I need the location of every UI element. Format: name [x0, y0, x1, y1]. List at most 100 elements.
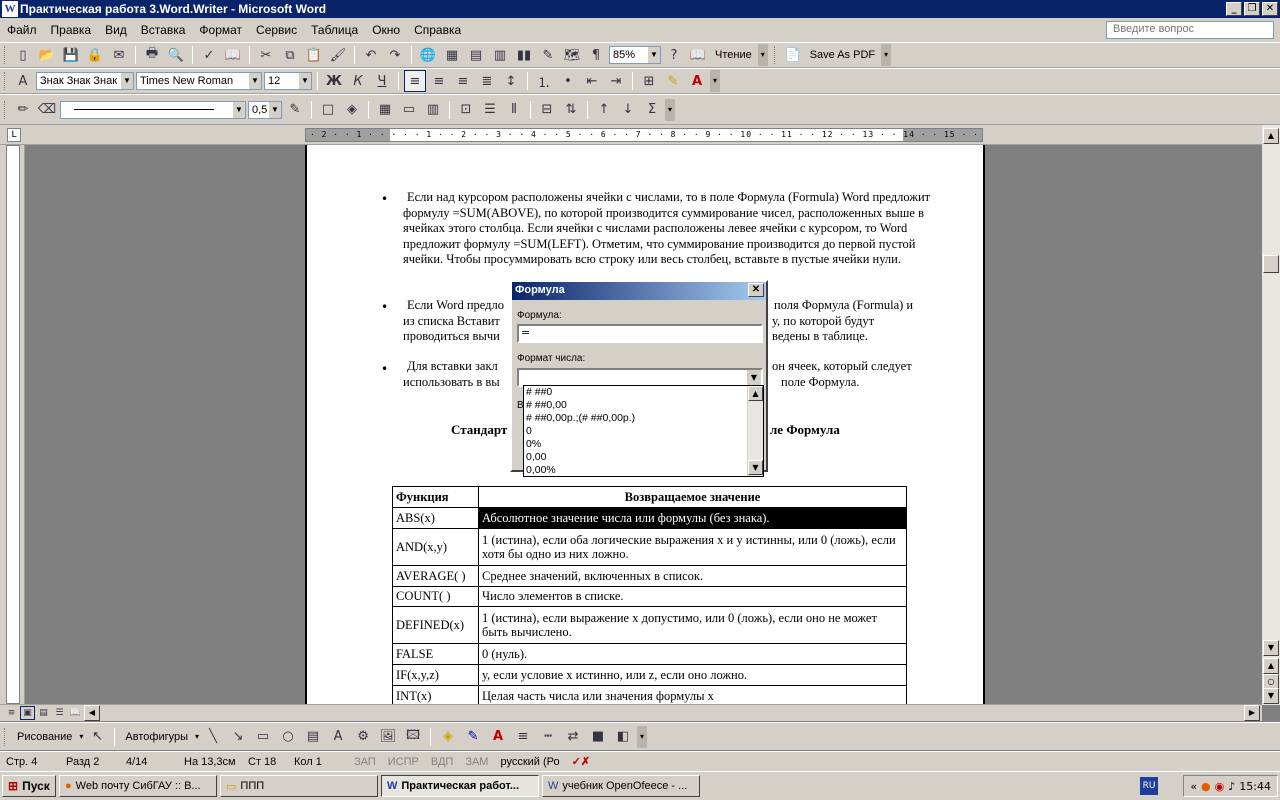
- table-row[interactable]: FALSE 0 (нуль).: [392, 643, 907, 665]
- table-row[interactable]: COUNT( ) Число элементов в списке.: [392, 586, 907, 607]
- menu-view[interactable]: Вид: [98, 23, 134, 37]
- numbering-icon[interactable]: ⒈: [533, 70, 555, 92]
- table-row[interactable]: AND(x,y) 1 (истина), если оба логические…: [392, 528, 907, 566]
- align-right-icon[interactable]: ≡: [452, 70, 474, 92]
- paragraph-2-f[interactable]: ведены в таблице.: [772, 329, 868, 345]
- paragraph-3-d[interactable]: поле Формула.: [781, 375, 859, 391]
- format-painter-icon[interactable]: 🖌: [327, 44, 349, 66]
- normal-view-icon[interactable]: ≡: [4, 706, 19, 720]
- table-row[interactable]: INT(x) Целая часть числа или значения фо…: [392, 685, 907, 704]
- align-cells-icon[interactable]: ⊡: [455, 99, 477, 121]
- increase-indent-icon[interactable]: ⇥: [605, 70, 627, 92]
- table-cell[interactable]: Целая часть числа или значения формулы х: [478, 685, 907, 704]
- ruler-bar[interactable]: · 2 · · 1 · · · · · 1 · · 2 · · 3 · · 4 …: [305, 128, 983, 142]
- menu-help[interactable]: Справка: [407, 23, 468, 37]
- menu-insert[interactable]: Вставка: [134, 23, 193, 37]
- toolbar-options-icon[interactable]: ▾: [757, 44, 768, 66]
- highlight-icon[interactable]: ✎: [662, 70, 684, 92]
- table-row[interactable]: ABS(x) Абсолютное значение числа или фор…: [392, 507, 907, 529]
- tables-toolbar-options-icon[interactable]: ▾: [665, 98, 675, 121]
- clipart-icon[interactable]: 🖼: [377, 726, 399, 748]
- paragraph-2-e[interactable]: проводиться вычи: [403, 329, 500, 345]
- list-scroll-down-icon[interactable]: ▼: [748, 460, 763, 475]
- table-cell[interactable]: у, если условие х истинно, или z, если о…: [478, 664, 907, 686]
- drawing-font-color-icon[interactable]: A: [487, 726, 509, 748]
- bold-icon[interactable]: Ж: [323, 70, 345, 92]
- tray-app-icon[interactable]: ●: [1201, 780, 1211, 793]
- font-size-select[interactable]: 12 ▼: [264, 72, 312, 90]
- print-layout-icon[interactable]: ▤: [36, 706, 51, 720]
- arrow-style-icon[interactable]: ⇄: [562, 726, 584, 748]
- paragraph-2-b[interactable]: поля Формула (Formula) и: [774, 298, 913, 314]
- rectangle-icon[interactable]: ▭: [252, 726, 274, 748]
- table-cell[interactable]: DEFINED(x): [392, 606, 479, 644]
- table-row[interactable]: AVERAGE( ) Среднее значений, включенных …: [392, 565, 907, 587]
- save-icon[interactable]: 💾: [60, 44, 82, 66]
- ask-question-input[interactable]: Введите вопрос: [1106, 21, 1274, 39]
- underline-icon[interactable]: Ч: [371, 70, 393, 92]
- table-cell[interactable]: AVERAGE( ): [392, 565, 479, 587]
- redo-icon[interactable]: ↷: [384, 44, 406, 66]
- drawing-icon[interactable]: ✎: [537, 44, 559, 66]
- previous-page-icon[interactable]: ▲: [1263, 658, 1279, 674]
- textbox-icon[interactable]: ▤: [302, 726, 324, 748]
- scroll-thumb[interactable]: [1263, 255, 1279, 273]
- clock[interactable]: 15:44: [1239, 780, 1271, 793]
- table-header-function[interactable]: Функция: [392, 486, 479, 508]
- tray-expand-icon[interactable]: «: [1190, 780, 1197, 793]
- line-weight-select[interactable]: 0,5 ▼: [248, 100, 282, 119]
- line-style-select[interactable]: ▼: [60, 100, 246, 119]
- menu-edit[interactable]: Правка: [44, 23, 99, 37]
- menu-file[interactable]: Файл: [0, 23, 44, 37]
- email-icon[interactable]: ✉: [108, 44, 130, 66]
- diagram-icon[interactable]: ⚙: [352, 726, 374, 748]
- draw-table-icon[interactable]: ✏: [12, 99, 34, 121]
- distribute-columns-icon[interactable]: ⦀: [503, 99, 525, 121]
- scroll-up-icon[interactable]: ▲: [1263, 128, 1279, 144]
- print-preview-icon[interactable]: 🔍: [165, 44, 187, 66]
- fill-color-icon[interactable]: ◈: [437, 726, 459, 748]
- font-color-icon[interactable]: A: [686, 70, 708, 92]
- drawing-menu-button[interactable]: Рисование: [13, 731, 76, 743]
- status-ovr[interactable]: ЗАМ: [459, 756, 494, 768]
- format-option[interactable]: 0,00: [524, 451, 763, 464]
- font-select[interactable]: Times New Roman ▼: [136, 72, 262, 90]
- number-format-dropdown-icon[interactable]: ▼: [747, 370, 761, 385]
- hyperlink-icon[interactable]: 🌐: [417, 44, 439, 66]
- number-format-list[interactable]: # ##0 # ##0,00 # ##0,00р.;(# ##0,00р.) 0…: [523, 385, 764, 477]
- vertical-ruler[interactable]: [0, 145, 25, 704]
- table-cell[interactable]: 1 (истина), если выражение x допустимо, …: [478, 606, 907, 644]
- tables-borders-icon[interactable]: ▦: [441, 44, 463, 66]
- table-cell-selected[interactable]: Абсолютное значение числа или формулы (б…: [478, 507, 907, 529]
- table-cell[interactable]: Число элементов в списке.: [478, 586, 907, 607]
- split-cells-icon[interactable]: ▥: [422, 99, 444, 121]
- permission-icon[interactable]: 🔒: [84, 44, 106, 66]
- format-option[interactable]: 0,00%: [524, 464, 763, 477]
- formula-input[interactable]: =: [517, 324, 763, 343]
- table-cell[interactable]: ABS(x): [392, 507, 479, 529]
- drawing-toolbar-options-icon[interactable]: ▾: [637, 725, 648, 748]
- document-map-icon[interactable]: 🗺: [561, 44, 583, 66]
- tray-antivirus-icon[interactable]: ◉: [1215, 780, 1225, 793]
- table-cell[interactable]: INT(x): [392, 685, 479, 704]
- pdf-toolbar-options-icon[interactable]: ▾: [881, 44, 892, 66]
- line-spacing-icon[interactable]: ↕: [500, 70, 522, 92]
- restore-button[interactable]: ❐: [1244, 2, 1260, 16]
- outline-view-icon[interactable]: ☰: [52, 706, 67, 720]
- task-word-2[interactable]: Wучебник OpenOfeece - ...: [542, 775, 700, 797]
- table-row[interactable]: IF(x,y,z) у, если условие х истинно, или…: [392, 664, 907, 686]
- table-header-value[interactable]: Возвращаемое значение: [478, 486, 907, 508]
- table-cell[interactable]: Среднее значений, включенных в список.: [478, 565, 907, 587]
- align-center-icon[interactable]: ≡: [428, 70, 450, 92]
- task-folder[interactable]: ▭ ППП: [220, 775, 378, 797]
- format-option[interactable]: # ##0: [524, 386, 763, 399]
- list-scrollbar[interactable]: ▲ ▼: [747, 386, 763, 476]
- line-color-icon[interactable]: ✎: [462, 726, 484, 748]
- minimize-button[interactable]: _: [1226, 2, 1242, 16]
- columns-icon[interactable]: ▮▮: [513, 44, 535, 66]
- format-option[interactable]: # ##0,00: [524, 399, 763, 412]
- language-indicator[interactable]: RU: [1140, 777, 1158, 795]
- help-icon[interactable]: ?: [663, 44, 685, 66]
- text-direction-icon[interactable]: ⇅: [560, 99, 582, 121]
- format-option[interactable]: # ##0,00р.;(# ##0,00р.): [524, 412, 763, 425]
